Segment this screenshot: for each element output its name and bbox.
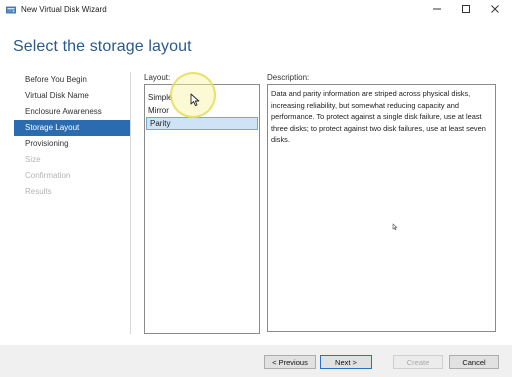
layout-listbox[interactable]: Simple Mirror Parity <box>144 84 260 334</box>
nav-item-provisioning[interactable]: Provisioning <box>14 136 130 152</box>
disk-wizard-icon <box>6 5 16 15</box>
title-bar: New Virtual Disk Wizard <box>0 0 512 20</box>
description-box: Data and parity information are striped … <box>267 84 496 332</box>
previous-button[interactable]: < Previous <box>264 355 316 369</box>
cancel-button[interactable]: Cancel <box>449 355 499 369</box>
create-button: Create <box>393 355 443 369</box>
nav-item-virtual-disk-name[interactable]: Virtual Disk Name <box>14 88 130 104</box>
layout-option-parity[interactable]: Parity <box>146 117 258 130</box>
close-button[interactable] <box>481 2 509 18</box>
wizard-steps-nav: Before You Begin Virtual Disk Name Enclo… <box>14 72 130 200</box>
layout-label: Layout: <box>144 73 171 82</box>
nav-item-storage-layout[interactable]: Storage Layout <box>14 120 130 136</box>
next-button[interactable]: Next > <box>320 355 372 369</box>
nav-item-size: Size <box>25 155 41 164</box>
nav-item-before-you-begin[interactable]: Before You Begin <box>14 72 130 88</box>
close-icon <box>490 4 500 16</box>
nav-item-confirmation: Confirmation <box>25 171 71 180</box>
page-title: Select the storage layout <box>13 38 192 55</box>
mouse-pointer-icon <box>190 93 200 109</box>
minimize-icon <box>432 4 442 16</box>
text-cursor-icon <box>392 223 398 233</box>
window-title: New Virtual Disk Wizard <box>21 5 107 14</box>
description-label: Description: <box>267 73 310 82</box>
nav-item-enclosure-awareness[interactable]: Enclosure Awareness <box>14 104 130 120</box>
nav-divider <box>130 72 131 334</box>
description-text: Data and parity information are striped … <box>271 89 486 145</box>
maximize-icon <box>461 4 471 16</box>
maximize-button[interactable] <box>452 2 480 18</box>
minimize-button[interactable] <box>423 2 451 18</box>
nav-item-results: Results <box>25 187 52 196</box>
